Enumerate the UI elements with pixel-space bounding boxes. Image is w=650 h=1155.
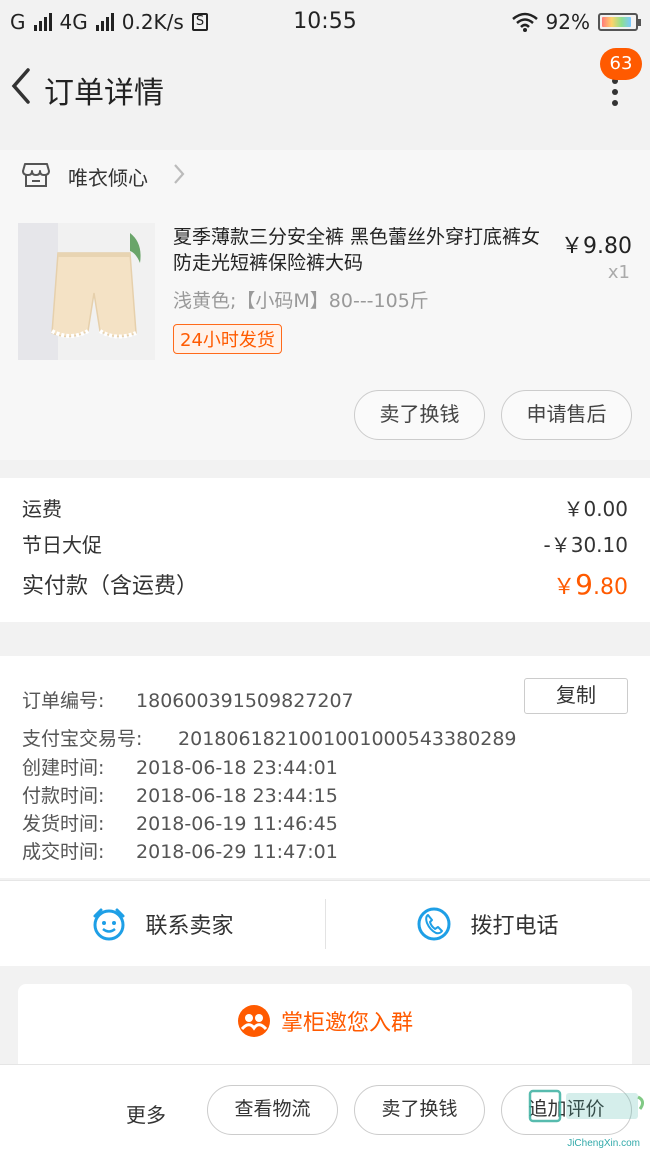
order-number-row: 订单编号: 180600391509827207 <box>22 686 354 713</box>
sell-for-cash-button[interactable]: 卖了换钱 <box>354 390 485 440</box>
closed-label: 成交时间: <box>22 841 105 863</box>
shipping-tag: 24小时发货 <box>173 324 282 354</box>
paid-label: 实付款（含运费） <box>22 574 199 599</box>
view-logistics-button[interactable]: 查看物流 <box>207 1085 338 1135</box>
message-count-badge[interactable]: 63 <box>600 48 642 80</box>
battery-icon <box>598 13 641 31</box>
page-title: 订单详情 <box>44 76 164 111</box>
created-label: 创建时间: <box>22 757 105 779</box>
shipping-fee-row: 运费 ￥0.00 <box>22 493 628 522</box>
shorts-image-icon <box>18 223 155 360</box>
closed-row: 成交时间: 2018-06-29 11:47:01 <box>22 837 338 864</box>
paid-time: 2018-06-18 23:44:15 <box>136 785 338 807</box>
product-price: ￥9.80 <box>561 234 632 259</box>
alipay-number: 2018061821001001000543380289 <box>178 728 517 750</box>
product-card: 夏季薄款三分安全裤 黑色蕾丝外穿打底裤女 防走光短裤保险裤大码 浅黄色;【小码M… <box>0 212 650 460</box>
sell-for-cash-bottom-button[interactable]: 卖了换钱 <box>354 1085 485 1135</box>
contact-bar: 联系卖家 拨打电话 <box>0 880 650 966</box>
phone-icon <box>417 907 451 941</box>
shop-name: 唯衣倾心 <box>68 166 148 190</box>
paid-time-row: 付款时间: 2018-06-18 23:44:15 <box>22 781 338 808</box>
promo-label: 节日大促 <box>22 533 102 557</box>
alipay-row: 支付宝交易号: 2018061821001001000543380289 <box>22 724 517 751</box>
more-menu-icon[interactable] <box>608 78 622 108</box>
wifi-icon <box>511 12 538 32</box>
order-number-label: 订单编号: <box>22 690 105 712</box>
shipped-time: 2018-06-19 11:46:45 <box>136 813 338 835</box>
group-chat-icon <box>237 1005 270 1037</box>
product-title[interactable]: 夏季薄款三分安全裤 黑色蕾丝外穿打底裤女 防走光短裤保险裤大码 <box>173 224 543 276</box>
product-image[interactable] <box>18 223 155 360</box>
order-info: 订单编号: 180600391509827207 复制 支付宝交易号: 2018… <box>0 656 650 878</box>
shipped-label: 发货时间: <box>22 813 105 835</box>
paid-integer: 9 <box>575 568 593 601</box>
status-bar: G 4G 0.2K/s S 10:55 92% <box>0 0 650 44</box>
call-button[interactable]: 拨打电话 <box>325 881 650 967</box>
paid-row: 实付款（含运费） ￥9.80 <box>22 568 628 601</box>
paid-amount: ￥9.80 <box>553 568 628 601</box>
product-spec: 浅黄色;【小码M】80---105斤 <box>173 290 429 312</box>
promo-row: 节日大促 -￥30.10 <box>22 529 628 558</box>
after-sale-button[interactable]: 申请售后 <box>501 390 632 440</box>
join-group-content: 掌柜邀您入群 <box>18 1004 632 1038</box>
chevron-right-icon <box>174 164 185 184</box>
product-quantity: x1 <box>607 262 630 283</box>
copy-button[interactable]: 复制 <box>524 678 628 714</box>
paid-decimal: .80 <box>593 575 628 600</box>
more-actions-button[interactable]: 更多 <box>126 1099 166 1128</box>
back-arrow-icon[interactable] <box>8 66 38 106</box>
fee-summary: 运费 ￥0.00 节日大促 -￥30.10 实付款（含运费） ￥9.80 <box>0 478 650 622</box>
shipping-value: ￥0.00 <box>563 497 628 521</box>
contact-seller-label: 联系卖家 <box>145 914 234 939</box>
contact-seller-button[interactable]: 联系卖家 <box>0 881 325 967</box>
battery-percent: 92% <box>545 10 590 34</box>
shipping-label: 运费 <box>22 497 62 521</box>
shop-row[interactable]: 唯衣倾心 <box>0 150 650 212</box>
watermark-text: JiChengXin.com <box>567 1138 640 1149</box>
created-row: 创建时间: 2018-06-18 23:44:01 <box>22 753 338 780</box>
status-right: 92% <box>511 10 641 34</box>
call-label: 拨打电话 <box>470 914 559 939</box>
title-bar: 订单详情 63 <box>0 44 650 132</box>
paid-currency: ￥ <box>553 575 576 600</box>
closed-time: 2018-06-29 11:47:01 <box>136 841 338 863</box>
alipay-label: 支付宝交易号: <box>22 728 143 750</box>
shipped-row: 发货时间: 2018-06-19 11:46:45 <box>22 809 338 836</box>
shop-icon <box>22 163 50 187</box>
promo-value: -￥30.10 <box>543 533 628 557</box>
join-group-label: 掌柜邀您入群 <box>280 1011 413 1036</box>
paid-time-label: 付款时间: <box>22 785 105 807</box>
created-time: 2018-06-18 23:44:01 <box>136 757 338 779</box>
chat-face-icon <box>93 908 125 941</box>
order-number: 180600391509827207 <box>136 690 354 712</box>
